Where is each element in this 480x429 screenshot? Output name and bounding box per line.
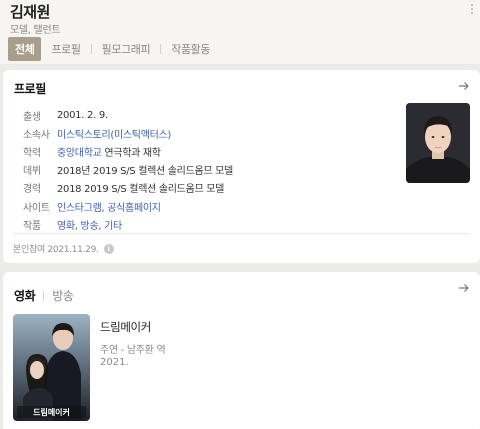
tab-divider bbox=[90, 44, 92, 54]
movie-role: 주연 - 남주환 역 bbox=[100, 345, 166, 356]
profile-row-career: 경력 2018 2019 S/S 컬렉션 솔리드옴므 모델 bbox=[23, 179, 233, 197]
works-links[interactable]: 영화, 방송, 기타 bbox=[57, 217, 122, 232]
profile-row-site: 사이트 인스타그램, 공식홈페이지 bbox=[23, 197, 233, 215]
row-label: 작품 bbox=[23, 220, 41, 232]
row-value: 중앙대학교 연극학과 재학 bbox=[57, 144, 161, 159]
tab-profile[interactable]: 프로필 bbox=[51, 41, 81, 57]
row-label: 경력 bbox=[23, 184, 41, 196]
main-tabs: 전체 프로필 필모그래피 작품활동 bbox=[8, 37, 211, 61]
tab-all[interactable]: 전체 bbox=[8, 37, 42, 61]
row-label: 학력 bbox=[23, 147, 41, 159]
profile-row-agency: 소속사 미스틱스토리(미스틱액터스) bbox=[23, 124, 233, 142]
row-value: 2018년 2019 S/S 컬렉션 솔리드옴므 모델 bbox=[57, 166, 233, 178]
profile-row-debut: 데뷔 2018년 2019 S/S 컬렉션 솔리드옴므 모델 bbox=[23, 161, 233, 179]
row-value: 2001. 2. 9. bbox=[57, 109, 108, 121]
tab-divider bbox=[160, 44, 162, 54]
card-divider bbox=[13, 233, 470, 234]
tab-activities[interactable]: 작품활동 bbox=[171, 41, 210, 57]
tab-movie[interactable]: 영화 bbox=[14, 287, 36, 304]
movie-year: 2021. bbox=[100, 357, 129, 368]
profile-info-list: 출생 2001. 2. 9. 소속사 미스틱스토리(미스틱액터스) 학력 중앙대… bbox=[23, 106, 233, 233]
header: 김재원 모델, 탤런트 전체 프로필 필모그래피 작품활동 bbox=[0, 0, 480, 64]
arrow-right-icon[interactable] bbox=[458, 80, 470, 92]
person-name: 김재원 bbox=[10, 3, 50, 21]
tab-filmography[interactable]: 필모그래피 bbox=[102, 41, 151, 57]
info-icon[interactable]: i bbox=[103, 243, 114, 254]
profile-row-works: 작품 영화, 방송, 기타 bbox=[23, 215, 233, 233]
profile-card: 프로필 출생 2001. 2. 9. 소속사 미스틱스토리(미스틱액터스) 학력… bbox=[3, 70, 480, 263]
movie-poster[interactable]: 드림메이커 bbox=[13, 314, 90, 421]
agency-link[interactable]: 미스틱스토리(미스틱액터스) bbox=[57, 126, 171, 141]
row-label: 데뷔 bbox=[23, 166, 41, 178]
filmography-card: 영화 방송 드림메이커 드림메이커 주연 - 남주환 역 2021. bbox=[3, 272, 480, 429]
row-label: 출생 bbox=[23, 111, 41, 123]
poster-title: 드림메이커 bbox=[33, 407, 70, 417]
profile-row-birth: 출생 2001. 2. 9. bbox=[23, 106, 233, 124]
profile-photo[interactable] bbox=[406, 103, 470, 183]
education-detail: 연극학과 재학 bbox=[101, 147, 161, 159]
profile-title[interactable]: 프로필 bbox=[14, 80, 46, 97]
row-value: 2018 2019 S/S 컬렉션 솔리드옴므 모델 bbox=[57, 184, 225, 196]
filmography-tabs: 영화 방송 bbox=[14, 287, 74, 304]
school-link[interactable]: 중앙대학교 bbox=[57, 148, 102, 159]
profile-row-education: 학력 중앙대학교 연극학과 재학 bbox=[23, 142, 233, 160]
self-verified-text: 본인참여 2021.11.29. bbox=[13, 245, 99, 255]
row-label: 사이트 bbox=[23, 202, 50, 214]
movie-title[interactable]: 드림메이커 bbox=[100, 319, 151, 335]
tab-divider bbox=[43, 290, 45, 301]
more-options-icon[interactable] bbox=[468, 2, 476, 18]
row-label: 소속사 bbox=[23, 129, 50, 141]
arrow-right-icon[interactable] bbox=[458, 282, 470, 294]
self-verified-date: 본인참여 2021.11.29. i bbox=[13, 242, 114, 255]
site-links[interactable]: 인스타그램, 공식홈페이지 bbox=[57, 199, 161, 214]
tab-broadcast[interactable]: 방송 bbox=[52, 287, 74, 304]
person-occupation: 모델, 탤런트 bbox=[10, 25, 61, 36]
